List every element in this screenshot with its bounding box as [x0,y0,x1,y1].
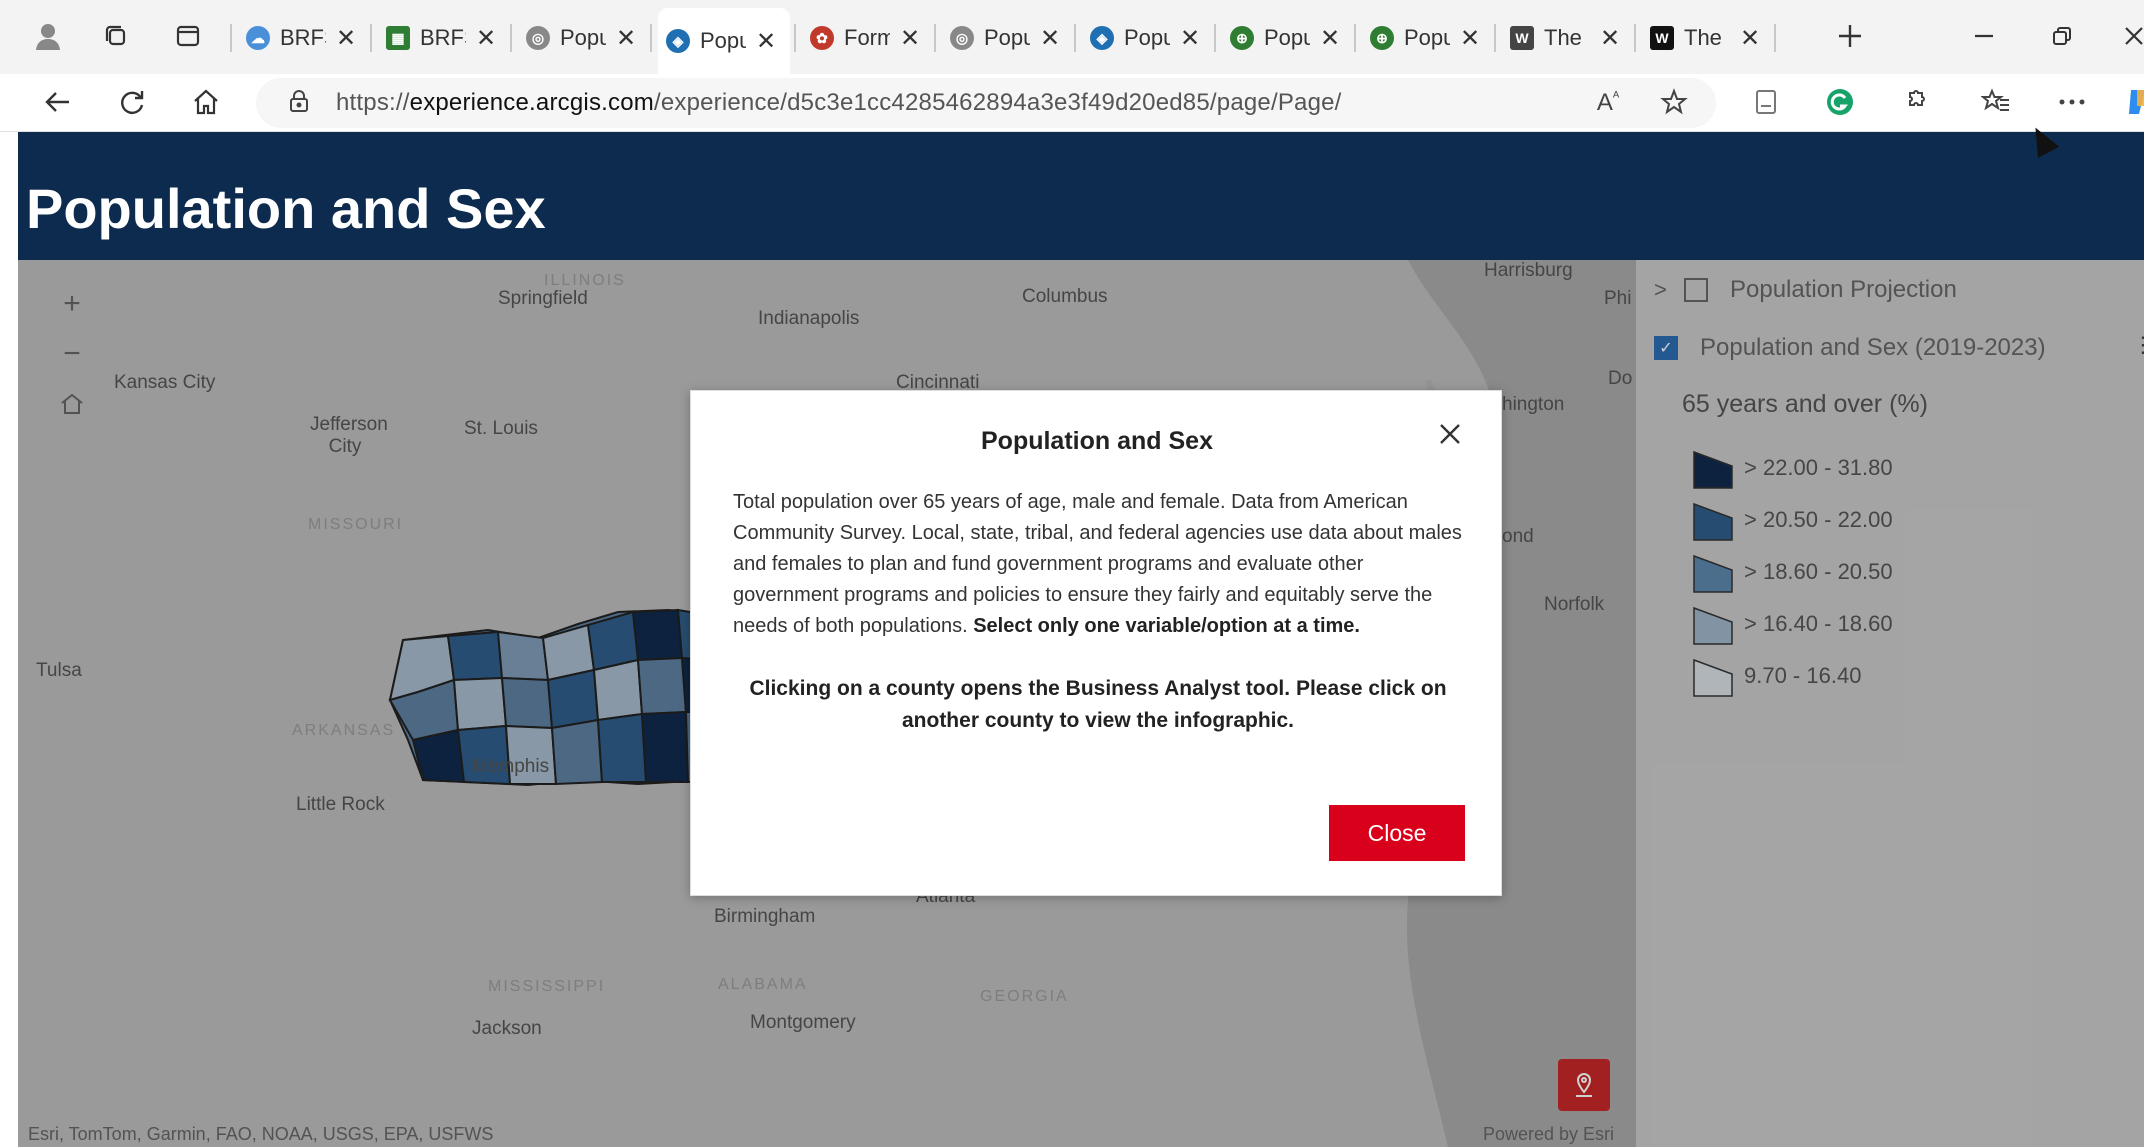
minimize-icon[interactable] [1962,14,2006,58]
profile-icon[interactable] [26,14,70,58]
tab-separator [1214,24,1216,52]
close-tab-icon[interactable]: ✕ [756,27,776,56]
close-tab-icon[interactable]: ✕ [1320,24,1340,53]
tab-title: BRFS [280,25,326,50]
grammarly-icon[interactable] [1820,82,1860,122]
tab-separator [370,24,372,52]
browser-tab[interactable]: ◎ Popu ✕ [942,10,1070,66]
browser-tab[interactable]: ✿ Form ✕ [802,10,930,66]
tab-title: Popu [1404,25,1450,50]
w-icon: W [1650,26,1674,50]
close-tab-icon[interactable]: ✕ [1180,24,1200,53]
browser-tab[interactable]: ◎ Popu ✕ [518,10,646,66]
browser-tab[interactable]: ⊕ Popu ✕ [1222,10,1350,66]
new-tab-icon[interactable] [1828,14,1872,58]
tab-separator [1774,24,1776,52]
restore-icon[interactable] [2040,14,2084,58]
tab-title: Popu [700,28,746,53]
app-header: Population and Sex [18,132,2144,260]
globe-icon: ◎ [950,26,974,50]
read-aloud-icon[interactable]: Aᴬ [1588,82,1628,122]
reader-icon[interactable] [1746,82,1786,122]
tab-separator [1354,24,1356,52]
tab-separator [794,24,796,52]
arcgis-icon: ◈ [666,29,690,53]
close-window-icon[interactable] [2112,14,2144,58]
tab-separator [1074,24,1076,52]
page-title: Population and Sex [26,177,546,240]
tab-separator [510,24,512,52]
refresh-icon[interactable] [110,80,154,124]
extensions-icon[interactable] [1894,82,1934,122]
browser-tab[interactable]: W The ✕ [1502,10,1630,66]
workspaces-icon[interactable] [94,14,138,58]
back-icon[interactable] [36,80,80,124]
tab-title: Popu [1124,25,1170,50]
close-tab-icon[interactable]: ✕ [1460,24,1480,53]
browser-tab[interactable]: ▦ BRFS ✕ [378,10,506,66]
close-button[interactable]: Close [1329,805,1465,861]
browser-tab[interactable]: ☁ BRFS ✕ [238,10,366,66]
tab-actions-icon[interactable] [166,14,210,58]
tab-title: Popu [984,25,1030,50]
close-tab-icon[interactable]: ✕ [1740,24,1760,53]
tab-separator [1634,24,1636,52]
tab-title: The [1544,25,1582,50]
close-tab-icon[interactable]: ✕ [336,24,356,53]
browser-tab[interactable]: ◈ Popu ✕ [1082,10,1210,66]
earth-icon: ⊕ [1370,26,1394,50]
dialog-title: Population and Sex [981,427,1213,455]
tab-title: Popu [1264,25,1310,50]
dialog-note: Clicking on a county opens the Business … [749,677,1447,732]
close-tab-icon[interactable]: ✕ [900,24,920,53]
close-tab-icon[interactable]: ✕ [1600,24,1620,53]
browser-tab[interactable]: ◈ Popu ✕ [658,8,790,74]
favorites-list-icon[interactable] [1976,82,2016,122]
tab-separator [934,24,936,52]
tab-separator [650,24,652,52]
globe-icon: ◎ [526,26,550,50]
browser-address-bar: https://experience.arcgis.com/experience… [0,74,2144,132]
url-bar[interactable]: https://experience.arcgis.com/experience… [256,78,1716,128]
info-dialog: Population and Sex Total population over… [690,390,1502,896]
dialog-emphasis: Select only one variable/option at a tim… [973,615,1360,637]
more-menu-icon[interactable] [2052,82,2092,122]
earth-icon: ⊕ [1230,26,1254,50]
w-icon: W [1510,26,1534,50]
close-tab-icon[interactable]: ✕ [616,24,636,53]
tab-title: The [1684,25,1722,50]
url-text[interactable]: https://experience.arcgis.com/experience… [336,89,1342,117]
browser-tab[interactable]: ⊕ Popu ✕ [1362,10,1490,66]
arcgis-icon: ◈ [1090,26,1114,50]
favorite-star-icon[interactable] [1654,82,1694,122]
tab-title: BRFS [420,25,466,50]
close-tab-icon[interactable]: ✕ [1040,24,1060,53]
home-icon[interactable] [184,80,228,124]
tab-title: Popu [560,25,606,50]
tab-separator [1494,24,1496,52]
copilot-icon[interactable] [2118,82,2144,122]
close-icon[interactable] [1437,417,1463,453]
cloud-icon: ☁ [246,26,270,50]
dialog-description: Total population over 65 years of age, m… [733,491,1462,637]
close-tab-icon[interactable]: ✕ [476,24,496,53]
form-icon: ✿ [810,26,834,50]
sheet-icon: ▦ [386,26,410,50]
browser-tab[interactable]: W The ✕ [1642,10,1770,66]
lock-icon[interactable] [286,88,312,119]
tab-title: Form [844,25,890,50]
browser-tab-bar: ☁ BRFS ✕ ▦ BRFS ✕ ◎ Popu ✕ ◈ Popu ✕ ✿ Form ✕ ◎ Popu ✕ ◈ Pop… [0,0,2144,74]
